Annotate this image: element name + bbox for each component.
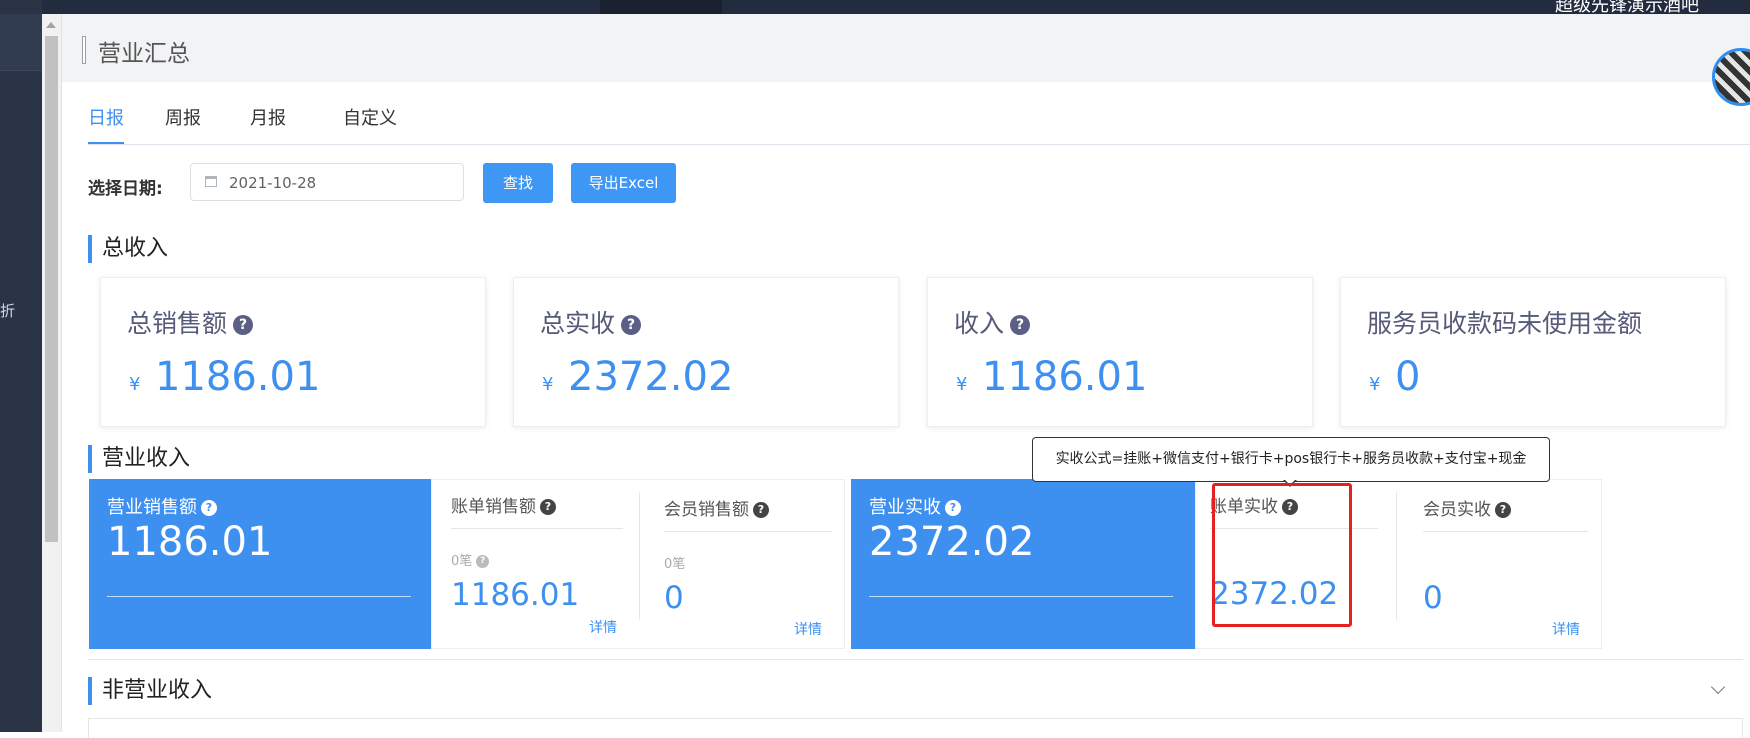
card-amount: 1186.01 (155, 354, 321, 400)
panel-amount: 1186.01 (107, 519, 273, 565)
bill-received-amount: 2372.02 (1210, 576, 1339, 612)
bill-sales-amount: 1186.01 (451, 577, 580, 613)
member-sales-amount: 0 (664, 580, 684, 616)
card-amount: 1186.01 (982, 354, 1148, 400)
card-unused-waiter-code: 服务员收款码未使用金额 ¥ 0 (1340, 277, 1726, 427)
tab-weekly[interactable]: 周报 (165, 106, 201, 142)
section-title-business-income: 营业收入 (88, 445, 190, 473)
section-title-non-business-income: 非营业收入 (88, 677, 212, 705)
member-sales-label: 会员销售额 (664, 500, 749, 520)
currency-symbol: ¥ (1369, 374, 1381, 395)
question-circle-icon[interactable]: ? (753, 502, 769, 518)
bill-sales-detail-link[interactable]: 详情 (589, 617, 617, 637)
sidebar-header (0, 14, 42, 70)
card-label: 收入 (954, 309, 1005, 338)
question-circle-icon[interactable]: ? (1495, 502, 1511, 518)
currency-symbol: ¥ (542, 374, 554, 395)
scrollbar[interactable] (42, 14, 62, 732)
top-bar-tab[interactable] (600, 0, 722, 14)
business-sales-panel: 营业销售额? 1186.01 (89, 479, 431, 649)
non-business-content (88, 718, 1743, 738)
question-circle-icon[interactable]: ? (476, 555, 490, 568)
date-picker[interactable] (190, 163, 464, 201)
title-marker (82, 36, 86, 64)
panel-divider (107, 596, 411, 597)
page-header: 营业汇总 (62, 14, 1750, 82)
question-circle-icon[interactable]: ? (621, 315, 642, 335)
column-separator (1396, 492, 1397, 620)
member-sales-count: 0笔 (664, 557, 686, 572)
bill-sales-label: 账单销售额 (451, 497, 536, 517)
business-received-panel: 营业实收? 2372.02 (851, 479, 1195, 649)
sidebar: 折 (0, 0, 42, 732)
tooltip-arrow-fill (1284, 479, 1296, 485)
search-button[interactable]: 查找 (483, 163, 553, 203)
received-detail-panel: 账单实收? 2372.02 会员实收? 0 详情 (1195, 479, 1602, 649)
card-label: 服务员收款码未使用金额 (1367, 309, 1643, 338)
calendar-icon (205, 176, 217, 187)
card-label: 总实收 (540, 309, 616, 338)
section-title-total-income: 总收入 (88, 235, 168, 263)
divider (1210, 528, 1378, 529)
section-divider (88, 659, 1743, 660)
question-circle-icon[interactable]: ? (1282, 499, 1298, 515)
export-excel-button[interactable]: 导出Excel (571, 163, 676, 203)
card-label: 总销售额 (127, 309, 228, 338)
top-bar: 超级先锋演示酒吧 (0, 0, 1750, 16)
tab-daily[interactable]: 日报 (88, 106, 124, 144)
question-circle-icon[interactable]: ? (201, 500, 217, 516)
sales-detail-panel: 账单销售额? 0笔? 1186.01 详情 会员销售额? 0笔 0 详情 (431, 479, 845, 649)
bill-received-label: 账单实收 (1210, 497, 1278, 517)
tab-monthly[interactable]: 月报 (250, 106, 286, 142)
panel-amount: 2372.02 (869, 519, 1035, 565)
page-title: 营业汇总 (98, 41, 190, 67)
divider (664, 531, 832, 532)
sidebar-item-partial[interactable]: 折 (0, 300, 15, 321)
question-circle-icon[interactable]: ? (540, 499, 556, 515)
card-amount: 0 (1395, 354, 1421, 400)
divider (1423, 531, 1588, 532)
card-amount: 2372.02 (568, 354, 734, 400)
date-input[interactable] (227, 170, 451, 196)
divider (451, 528, 623, 529)
received-formula-tooltip: 实收公式=挂账+微信支付+银行卡+pos银行卡+服务员收款+支付宝+现金 (1032, 437, 1550, 487)
member-received-detail-link[interactable]: 详情 (1552, 619, 1580, 639)
card-income: 收入? ¥ 1186.01 (927, 277, 1313, 427)
tooltip-text: 实收公式=挂账+微信支付+银行卡+pos银行卡+服务员收款+支付宝+现金 (1055, 451, 1527, 467)
currency-symbol: ¥ (129, 374, 141, 395)
card-total-sales: 总销售额? ¥ 1186.01 (100, 277, 486, 427)
member-sales-detail-link[interactable]: 详情 (794, 619, 822, 639)
panel-label: 营业实收 (869, 497, 941, 518)
member-received-amount: 0 (1423, 580, 1443, 616)
question-circle-icon[interactable]: ? (945, 500, 961, 516)
scroll-up-arrow-icon[interactable] (46, 22, 56, 28)
sidebar-divider (0, 70, 42, 71)
card-total-received: 总实收? ¥ 2372.02 (513, 277, 899, 427)
question-circle-icon[interactable]: ? (233, 315, 254, 335)
column-separator (639, 492, 640, 620)
panel-label: 营业销售额 (107, 497, 197, 518)
currency-symbol: ¥ (956, 374, 968, 395)
report-tabs: 日报 周报 月报 自定义 (88, 106, 1750, 145)
date-label: 选择日期: (88, 179, 163, 199)
question-circle-icon[interactable]: ? (1010, 315, 1031, 335)
tab-custom[interactable]: 自定义 (343, 106, 397, 142)
member-received-label: 会员实收 (1423, 500, 1491, 520)
panel-divider (869, 596, 1173, 597)
bill-sales-count: 0笔 (451, 554, 473, 569)
scrollbar-thumb[interactable] (45, 36, 58, 542)
